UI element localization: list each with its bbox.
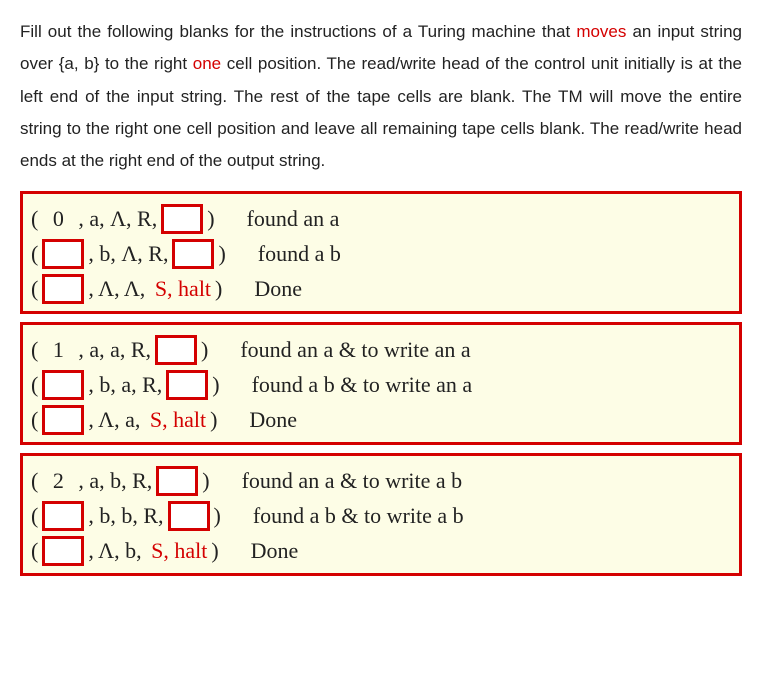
next-state-blank[interactable] — [156, 466, 198, 496]
state-blank[interactable] — [42, 239, 84, 269]
open-paren: ( — [31, 237, 38, 270]
state-blank[interactable] — [42, 274, 84, 304]
halt-token: S, halt — [155, 272, 211, 305]
transition-tokens: , b, a, R, — [88, 368, 162, 401]
instruction-row: ( , b, b, R,) found a b & to write a b — [31, 499, 731, 532]
instruction-row: (0, a, Λ, R,) found an a — [31, 202, 731, 235]
instruction-row: ( , Λ, b, S, halt) Done — [31, 534, 731, 567]
transition-tokens: , b, Λ, R, — [88, 237, 168, 270]
next-state-blank[interactable] — [172, 239, 214, 269]
row-comment: found an a — [247, 202, 340, 235]
instruction-group: (0, a, Λ, R,) found an a ( , b, Λ, R,) found… — [20, 191, 742, 314]
row-comment: Done — [251, 534, 299, 567]
close-paren: ) — [210, 403, 217, 436]
state-blank[interactable] — [42, 370, 84, 400]
open-paren: ( — [31, 368, 38, 401]
instruction-group: (2, a, b, R,) found an a & to write a b (,… — [20, 453, 742, 576]
next-state-blank[interactable] — [166, 370, 208, 400]
row-comment: Done — [254, 272, 302, 305]
transition-tokens: , b, b, R, — [88, 499, 163, 532]
transition-tokens: , a, Λ, R, — [78, 202, 157, 235]
state-value: 1 — [42, 333, 74, 366]
instruction-row: ( , Λ, a, S, halt) Done — [31, 403, 731, 436]
instruction-row: ( , Λ, Λ, S, halt) Done — [31, 272, 731, 305]
prompt-moves: moves — [576, 22, 626, 41]
open-paren: ( — [31, 499, 38, 532]
close-paren: ) — [212, 368, 219, 401]
transition-tokens: , a, b, R, — [78, 464, 152, 497]
close-paren: ) — [214, 499, 221, 532]
halt-token: S, halt — [150, 403, 206, 436]
row-comment: Done — [249, 403, 297, 436]
next-state-blank[interactable] — [168, 501, 210, 531]
open-paren: ( — [31, 403, 38, 436]
prompt-one: one — [193, 54, 221, 73]
instruction-group: (1, a, a, R,)found an a & to write an a(… — [20, 322, 742, 445]
question-prompt: Fill out the following blanks for the in… — [20, 16, 742, 177]
instruction-row: (2, a, b, R,) found an a & to write a b — [31, 464, 731, 497]
open-paren: ( — [31, 333, 38, 366]
state-blank[interactable] — [42, 536, 84, 566]
transition-tokens: , Λ, a, — [88, 403, 146, 436]
halt-token: S, halt — [151, 534, 207, 567]
state-blank[interactable] — [42, 405, 84, 435]
transition-tokens: , a, a, R, — [78, 333, 151, 366]
row-comment: found a b — [258, 237, 341, 270]
row-comment: found a b & to write a b — [253, 499, 464, 532]
transition-tokens: , Λ, b, — [88, 534, 147, 567]
instruction-row: ( , b, a, R,) found a b & to write an a — [31, 368, 731, 401]
close-paren: ) — [201, 333, 208, 366]
next-state-blank[interactable] — [155, 335, 197, 365]
transition-tokens: , Λ, Λ, — [88, 272, 150, 305]
row-comment: found an a & to write a b — [242, 464, 463, 497]
open-paren: ( — [31, 534, 38, 567]
state-value: 0 — [42, 202, 74, 235]
close-paren: ) — [215, 272, 222, 305]
prompt-text: Fill out the following blanks for the in… — [20, 22, 576, 41]
close-paren: ) — [207, 202, 214, 235]
state-value: 2 — [42, 464, 74, 497]
open-paren: ( — [31, 272, 38, 305]
close-paren: ) — [211, 534, 218, 567]
close-paren: ) — [218, 237, 225, 270]
instruction-row: ( , b, Λ, R,) found a b — [31, 237, 731, 270]
row-comment: found a b & to write an a — [252, 368, 473, 401]
open-paren: ( — [31, 464, 38, 497]
open-paren: ( — [31, 202, 38, 235]
row-comment: found an a & to write an a — [240, 333, 470, 366]
close-paren: ) — [202, 464, 209, 497]
state-blank[interactable] — [42, 501, 84, 531]
next-state-blank[interactable] — [161, 204, 203, 234]
instruction-row: (1, a, a, R,) found an a & to write an a — [31, 333, 731, 366]
